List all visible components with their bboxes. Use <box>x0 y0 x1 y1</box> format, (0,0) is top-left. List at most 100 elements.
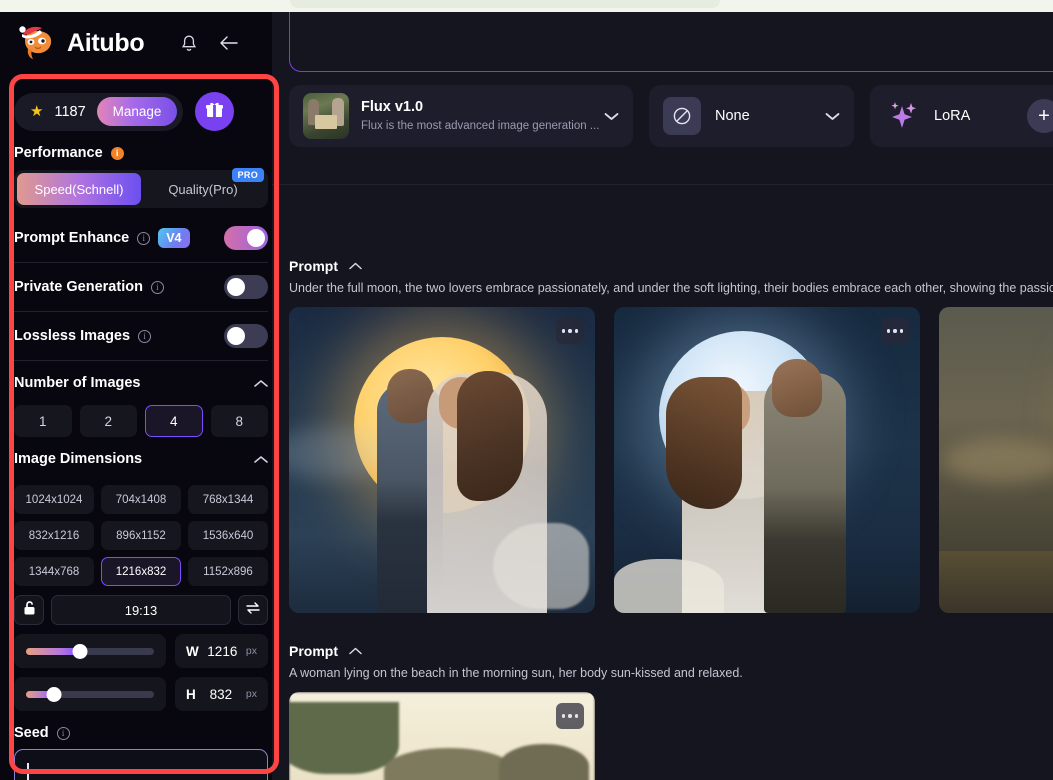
image-dimensions-header[interactable]: Image Dimensions <box>14 437 268 481</box>
dimension-option[interactable]: 1344x768 <box>14 557 94 586</box>
setting-row-lossless-images: Lossless Images i <box>14 312 268 361</box>
num-images-2[interactable]: 2 <box>79 405 137 437</box>
brand-logo[interactable]: Aitubo <box>18 25 145 61</box>
prompt-title: Prompt <box>289 643 338 659</box>
dimension-option[interactable]: 896x1152 <box>101 521 181 550</box>
info-icon[interactable]: i <box>150 280 164 294</box>
num-images-4[interactable]: 4 <box>145 405 203 437</box>
no-style-icon <box>663 97 701 135</box>
style-label: None <box>715 108 750 124</box>
width-slider-row: W 1216 px <box>14 634 268 668</box>
sidebar: Aitubo ★ 1187 Manage Performance i Speed… <box>0 12 272 780</box>
dimension-option-selected[interactable]: 1216x832 <box>101 557 181 586</box>
height-slider[interactable] <box>14 677 166 711</box>
chevron-up-icon[interactable] <box>254 452 268 467</box>
model-selector[interactable]: Flux v1.0 Flux is the most advanced imag… <box>289 85 633 147</box>
more-options-icon[interactable] <box>881 318 909 344</box>
info-icon[interactable]: i <box>138 329 152 343</box>
credits-pill[interactable]: ★ 1187 Manage <box>14 92 184 131</box>
width-unit: px <box>245 645 257 657</box>
chevron-up-icon[interactable] <box>349 644 362 658</box>
generated-image[interactable] <box>939 307 1053 613</box>
divider <box>272 184 1053 185</box>
generated-image[interactable] <box>289 307 595 613</box>
swap-dimensions-button[interactable] <box>238 595 268 625</box>
browser-tab[interactable] <box>290 0 720 8</box>
image-dimensions-options: 1024x1024 704x1408 768x1344 832x1216 896… <box>14 485 268 586</box>
lora-label: LoRA <box>934 108 971 124</box>
dimension-option[interactable]: 1536x640 <box>188 521 268 550</box>
dimension-option[interactable]: 832x1216 <box>14 521 94 550</box>
chevron-down-icon[interactable] <box>604 109 619 124</box>
height-unit: px <box>245 688 257 700</box>
model-description: Flux is the most advanced image generati… <box>361 120 600 133</box>
performance-label: Performance <box>14 145 103 161</box>
aspect-ratio-value[interactable]: 19:13 <box>51 595 231 625</box>
number-of-images-label: Number of Images <box>14 375 141 391</box>
height-value: 832 <box>209 686 233 702</box>
generated-image-row <box>289 307 1053 613</box>
chevron-up-icon[interactable] <box>254 376 268 391</box>
prompt-text: A woman lying on the beach in the mornin… <box>289 666 743 680</box>
app-root: Aitubo ★ 1187 Manage Performance i Speed… <box>0 0 1053 780</box>
info-icon[interactable]: i <box>137 231 151 245</box>
lossless-images-label: Lossless Images <box>14 328 131 344</box>
manage-button[interactable]: Manage <box>96 97 178 126</box>
aspect-ratio-row: 19:13 <box>14 595 268 625</box>
width-value-field[interactable]: W 1216 px <box>175 634 268 668</box>
performance-segmented-control: Speed(Schnell) Quality(Pro) PRO <box>14 168 268 208</box>
prompt-header[interactable]: Prompt <box>289 643 1053 659</box>
performance-option-speed[interactable]: Speed(Schnell) <box>17 173 141 205</box>
credits-row: ★ 1187 Manage <box>14 92 268 131</box>
prompt-header[interactable]: Prompt <box>289 258 1053 274</box>
chevron-down-icon[interactable] <box>825 109 840 124</box>
sparkles-icon <box>884 97 922 135</box>
unlock-button[interactable] <box>14 595 44 625</box>
number-of-images-header[interactable]: Number of Images <box>14 361 268 405</box>
gift-button[interactable] <box>195 92 235 131</box>
result-block: Prompt A woman lying on the beach in the… <box>289 643 1053 780</box>
num-images-8[interactable]: 8 <box>210 405 268 437</box>
prompt-enhance-toggle[interactable] <box>224 226 268 250</box>
width-key: W <box>186 643 199 659</box>
info-icon[interactable]: i <box>110 146 124 160</box>
dimension-option[interactable]: 704x1408 <box>101 485 181 514</box>
pro-badge: PRO <box>231 168 264 182</box>
sidebar-header-actions <box>178 32 240 54</box>
private-generation-toggle[interactable] <box>224 275 268 299</box>
height-key: H <box>186 686 196 702</box>
generated-image[interactable] <box>289 692 595 780</box>
star-icon: ★ <box>30 103 44 120</box>
dimension-option[interactable]: 1152x896 <box>188 557 268 586</box>
generated-image[interactable] <box>614 307 920 613</box>
seed-label: Seed <box>14 725 49 741</box>
plus-icon[interactable]: + <box>1027 99 1053 133</box>
lora-selector[interactable]: LoRA + <box>870 85 1053 147</box>
num-images-1[interactable]: 1 <box>14 405 72 437</box>
more-options-icon[interactable] <box>556 703 584 729</box>
bell-icon[interactable] <box>178 32 200 54</box>
dimension-option[interactable]: 768x1344 <box>188 485 268 514</box>
focused-panel-outline <box>289 12 1053 72</box>
image-art <box>289 692 595 780</box>
text-cursor <box>27 762 29 780</box>
chevron-up-icon[interactable] <box>349 259 362 273</box>
info-icon[interactable]: i <box>56 726 70 740</box>
more-options-icon[interactable] <box>556 318 584 344</box>
image-art <box>289 307 595 613</box>
swap-horizontal-icon <box>245 601 261 620</box>
v4-badge: V4 <box>158 228 190 248</box>
number-of-images-options: 1 2 4 8 <box>14 405 268 437</box>
height-value-field[interactable]: H 832 px <box>175 677 268 711</box>
model-thumbnail-icon <box>303 93 349 139</box>
setting-row-private-generation: Private Generation i <box>14 263 268 312</box>
image-art <box>614 307 920 613</box>
style-selector[interactable]: None <box>649 85 854 147</box>
lossless-images-toggle[interactable] <box>224 324 268 348</box>
image-art <box>939 307 1053 613</box>
arrow-left-icon[interactable] <box>218 32 240 54</box>
seed-input[interactable] <box>14 749 268 780</box>
width-slider[interactable] <box>14 634 166 668</box>
dimension-option[interactable]: 1024x1024 <box>14 485 94 514</box>
height-slider-row: H 832 px <box>14 677 268 711</box>
